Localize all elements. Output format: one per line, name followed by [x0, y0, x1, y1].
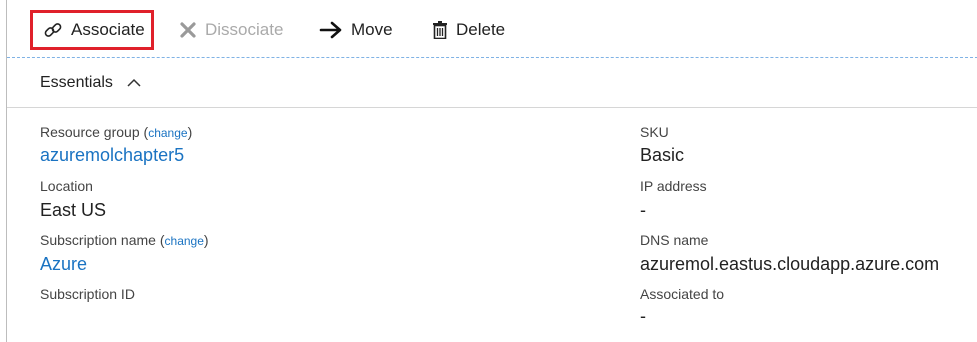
trash-icon: [432, 21, 448, 39]
resource-group-change-link[interactable]: change: [148, 126, 187, 140]
resource-panel: Associate Dissociate Move Delete Essenti…: [6, 0, 977, 342]
command-bar: Associate Dissociate Move Delete: [7, 0, 977, 58]
ip-address-label: IP address: [640, 178, 707, 194]
resource-group-value[interactable]: azuremolchapter5: [40, 145, 184, 166]
sku-value: Basic: [640, 145, 685, 165]
resource-group-label: Resource group (change): [40, 124, 193, 140]
delete-label: Delete: [456, 20, 506, 39]
move-button[interactable]: Move: [319, 10, 393, 50]
associate-button[interactable]: Associate: [30, 10, 154, 50]
associate-label: Associate: [71, 20, 145, 39]
essentials-header: Essentials: [7, 58, 977, 108]
dissociate-label: Dissociate: [205, 20, 284, 39]
ip-address-value: -: [640, 200, 646, 220]
subscription-name-value[interactable]: Azure: [40, 254, 87, 275]
dns-name-label: DNS name: [640, 232, 709, 248]
sku-label: SKU: [640, 124, 669, 140]
location-label: Location: [40, 178, 93, 194]
location-value: East US: [40, 200, 107, 220]
subscription-id-label: Subscription ID: [40, 286, 135, 302]
associated-to-value: -: [640, 306, 646, 326]
dns-name-value: azuremol.eastus.cloudapp.azure.com: [640, 254, 940, 274]
arrow-right-icon: [319, 21, 343, 39]
associated-to-label: Associated to: [640, 286, 725, 302]
delete-button[interactable]: Delete: [432, 10, 505, 50]
chevron-up-icon: [127, 78, 141, 88]
move-label: Move: [351, 20, 393, 39]
subscription-name-label: Subscription name (change): [40, 232, 209, 248]
link-icon: [43, 20, 63, 40]
dissociate-button[interactable]: Dissociate: [179, 10, 283, 50]
essentials-title: Essentials: [40, 74, 113, 91]
close-icon: [179, 21, 197, 39]
subscription-change-link[interactable]: change: [165, 234, 204, 248]
essentials-toggle[interactable]: Essentials: [40, 74, 141, 92]
